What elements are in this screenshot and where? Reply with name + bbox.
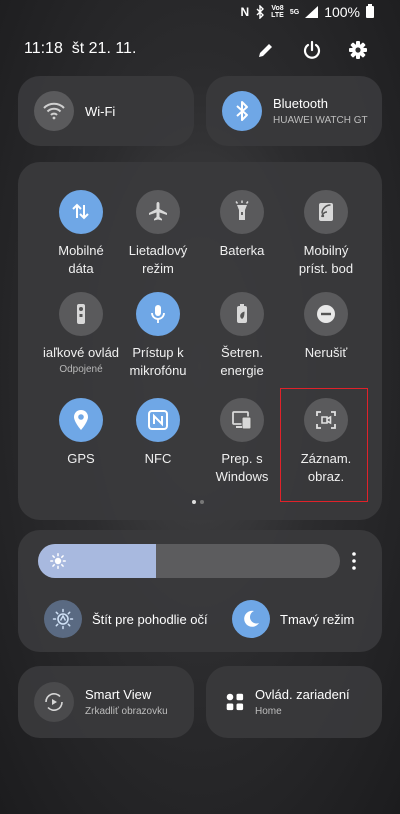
dark-mode-button[interactable] xyxy=(232,600,270,638)
tile-toggle[interactable] xyxy=(59,398,103,442)
signal-icon xyxy=(305,6,319,18)
volte-bottom-text: LTE xyxy=(271,12,284,19)
tile-location[interactable]: GPS xyxy=(37,398,125,468)
tile-label: Mobilné dáta xyxy=(58,243,104,276)
tile-do-not-disturb[interactable]: Nerušiť xyxy=(282,292,370,362)
date: št 21. 11. xyxy=(71,40,137,57)
brightness-slider[interactable] xyxy=(38,544,340,578)
device-control-sub: Home xyxy=(255,706,282,717)
tile-battery-saver[interactable]: Šetren. energie xyxy=(198,292,286,380)
tile-microphone[interactable]: Prístup k mikrofónu xyxy=(114,292,202,380)
battery-icon xyxy=(366,4,374,18)
tile-toggle[interactable] xyxy=(304,190,348,234)
tile-label: NFC xyxy=(144,451,172,466)
location-icon xyxy=(74,410,88,430)
bluetooth-label: Bluetooth xyxy=(273,96,328,111)
device-control-label: Ovlád. zariadení xyxy=(255,687,350,702)
page-dot-2[interactable] xyxy=(200,500,204,504)
tile-toggle[interactable] xyxy=(136,398,180,442)
tile-sublabel: Odpojené xyxy=(59,364,103,375)
tile-toggle[interactable] xyxy=(59,292,103,336)
more-options-icon[interactable] xyxy=(352,552,356,570)
battery-saver-icon xyxy=(237,304,247,323)
flashlight-icon xyxy=(235,200,249,220)
wifi-icon xyxy=(43,102,65,120)
tile-label: Baterka xyxy=(219,243,265,258)
tile-toggle[interactable] xyxy=(136,190,180,234)
clock: 11:18 xyxy=(24,40,63,57)
tile-label: Prístup k mikrofónu xyxy=(129,345,187,378)
device-control-card[interactable]: Ovlád. zariadení Home xyxy=(206,666,382,738)
page-dot-1[interactable] xyxy=(192,500,196,504)
smart-view-icon xyxy=(45,692,63,712)
eye-comfort-toggle[interactable]: Štít pre pohodlie očí xyxy=(44,600,208,638)
nfc-status-icon: N xyxy=(240,5,250,19)
tile-link-windows[interactable]: Prep. s Windows xyxy=(198,398,286,486)
link-windows-icon xyxy=(232,411,252,430)
gear-icon xyxy=(349,41,367,59)
dark-mode-label: Tmavý režim xyxy=(280,611,355,627)
remote-icon xyxy=(77,304,85,324)
bluetooth-status-icon xyxy=(256,5,265,19)
brightness-card: Štít pre pohodlie očí Tmavý režim xyxy=(18,530,382,652)
tile-airplane[interactable]: Lietadlový režim xyxy=(114,190,202,278)
tile-toggle[interactable] xyxy=(220,398,264,442)
battery-percent: 100% xyxy=(324,4,360,20)
tile-label: iaľkové ovlád xyxy=(42,345,120,360)
status-bar: N Vo8 LTE 5G 100% xyxy=(240,2,374,22)
hotspot-icon xyxy=(319,203,333,221)
microphone-icon xyxy=(151,305,165,323)
tile-label: GPS xyxy=(67,451,95,466)
pencil-icon xyxy=(259,44,272,57)
wifi-card[interactable]: Wi-Fi xyxy=(18,76,194,146)
settings-button[interactable] xyxy=(346,38,370,62)
tile-mobile-data[interactable]: Mobilné dáta xyxy=(37,190,125,278)
device-control-icon xyxy=(226,693,244,711)
eye-comfort-icon xyxy=(52,608,74,630)
tile-toggle[interactable] xyxy=(136,292,180,336)
volte-top-text: Vo8 xyxy=(271,5,284,12)
smart-view-sub: Zrkadliť obrazovku xyxy=(85,706,168,717)
tile-nfc[interactable]: NFC xyxy=(114,398,202,468)
tile-toggle[interactable] xyxy=(220,292,264,336)
bluetooth-icon xyxy=(236,101,248,121)
smart-view-button[interactable] xyxy=(34,682,74,722)
sun-icon xyxy=(50,553,66,569)
smart-view-label: Smart View xyxy=(85,687,152,702)
moon-icon xyxy=(244,610,259,627)
airplane-icon xyxy=(149,202,167,221)
tile-label: Mobilný príst. bod xyxy=(298,243,354,276)
eye-comfort-label: Štít pre pohodlie očí xyxy=(92,611,208,627)
tile-label: Lietadlový režim xyxy=(128,243,188,276)
highlight-box xyxy=(280,388,368,502)
clock-date: 11:18 št 21. 11. xyxy=(24,40,136,58)
nfc-icon xyxy=(148,410,168,430)
network-type: 5G xyxy=(289,8,300,16)
tile-toggle[interactable] xyxy=(59,190,103,234)
wifi-label: Wi-Fi xyxy=(85,103,116,119)
bluetooth-toggle[interactable] xyxy=(222,91,262,131)
header-actions xyxy=(254,38,370,62)
tile-remote[interactable]: iaľkové ovlád Odpojené xyxy=(37,292,125,375)
mobile-data-icon xyxy=(72,203,89,220)
tile-label: Prep. s Windows xyxy=(215,451,269,484)
power-button[interactable] xyxy=(300,38,324,62)
bluetooth-card[interactable]: Bluetooth HUAWEI WATCH GT xyxy=(206,76,382,146)
page-indicator xyxy=(192,500,204,504)
power-icon xyxy=(303,40,321,59)
dark-mode-toggle[interactable]: Tmavý režim xyxy=(232,600,354,638)
tile-toggle[interactable] xyxy=(304,292,348,336)
do-not-disturb-icon xyxy=(317,305,335,323)
edit-button[interactable] xyxy=(254,38,278,62)
bluetooth-device: HUAWEI WATCH GT xyxy=(273,115,368,126)
tile-toggle[interactable] xyxy=(220,190,264,234)
smart-view-card[interactable]: Smart View Zrkadliť obrazovku xyxy=(18,666,194,738)
tile-flashlight[interactable]: Baterka xyxy=(198,190,286,260)
tile-label: Šetren. energie xyxy=(220,345,264,378)
volte-indicator: Vo8 LTE xyxy=(271,5,284,19)
tile-label: Nerušiť xyxy=(304,345,348,360)
wifi-toggle[interactable] xyxy=(34,91,74,131)
eye-comfort-button[interactable] xyxy=(44,600,82,638)
tile-hotspot[interactable]: Mobilný príst. bod xyxy=(282,190,370,278)
